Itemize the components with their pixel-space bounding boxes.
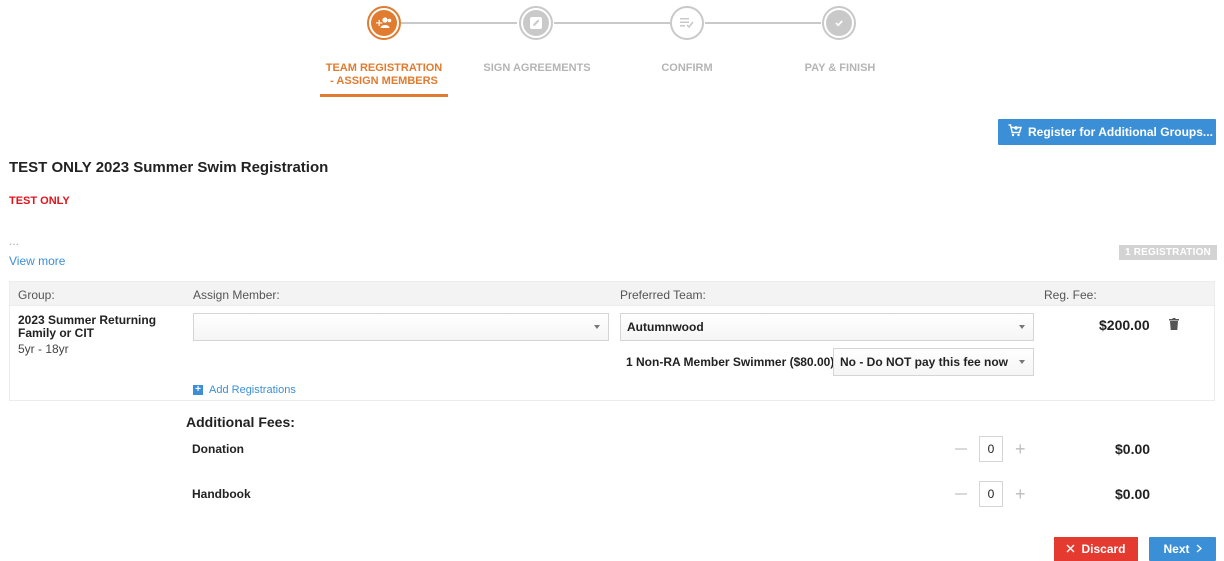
chevron-down-icon bbox=[1019, 360, 1025, 364]
non-ra-fee-label: 1 Non-RA Member Swimmer ($80.00) bbox=[626, 355, 835, 369]
description-ellipsis: ... bbox=[9, 234, 20, 248]
minus-icon[interactable] bbox=[955, 448, 967, 450]
fee-amount: $0.00 bbox=[1115, 441, 1151, 457]
pen-square-icon bbox=[523, 10, 549, 36]
step-label-team-registration[interactable]: TEAM REGISTRATION - ASSIGN MEMBERS bbox=[320, 62, 448, 88]
discard-label: Discard bbox=[1081, 542, 1126, 556]
table-row: 2023 Summer Returning Family or CIT 5yr … bbox=[9, 306, 1215, 401]
test-only-tag: TEST ONLY bbox=[9, 195, 70, 207]
chevron-down-icon bbox=[1019, 325, 1025, 329]
step-connector bbox=[554, 22, 670, 24]
additional-fees-title: Additional Fees: bbox=[186, 414, 295, 430]
add-registrations-label: Add Registrations bbox=[209, 384, 296, 396]
trash-icon[interactable] bbox=[1169, 318, 1179, 333]
preferred-team-select[interactable]: Autumnwood bbox=[620, 313, 1034, 341]
next-label: Next bbox=[1163, 542, 1190, 556]
step-label-pay-finish[interactable]: PAY & FINISH bbox=[790, 62, 890, 75]
header-preferred-team: Preferred Team: bbox=[620, 288, 706, 302]
plus-square-icon: + bbox=[193, 385, 203, 395]
next-button[interactable]: Next bbox=[1149, 537, 1216, 561]
quantity-input[interactable]: 0 bbox=[979, 481, 1003, 507]
registration-fee: $200.00 bbox=[1099, 317, 1150, 333]
step-label-line: - ASSIGN MEMBERS bbox=[330, 75, 438, 87]
header-reg-fee: Reg. Fee: bbox=[1044, 288, 1097, 302]
plus-icon[interactable]: + bbox=[1015, 485, 1026, 503]
step-team-registration[interactable]: + bbox=[367, 6, 401, 40]
preferred-team-value: Autumnwood bbox=[627, 320, 704, 334]
fee-amount: $0.00 bbox=[1115, 486, 1151, 502]
quantity-input[interactable]: 0 bbox=[979, 436, 1003, 462]
add-users-icon: + bbox=[371, 10, 397, 36]
fee-name: Handbook bbox=[192, 487, 251, 501]
fee-name: Donation bbox=[192, 442, 244, 456]
non-ra-fee-select[interactable]: No - Do NOT pay this fee now bbox=[833, 348, 1034, 376]
chevron-down-icon bbox=[594, 325, 600, 329]
register-additional-groups-label: Register for Additional Groups... bbox=[1028, 125, 1213, 139]
active-step-underline bbox=[320, 94, 448, 97]
step-label-sign-agreements[interactable]: SIGN AGREEMENTS bbox=[472, 62, 602, 75]
step-sign-agreements[interactable] bbox=[519, 6, 553, 40]
page-title: TEST ONLY 2023 Summer Swim Registration bbox=[9, 159, 329, 176]
list-check-icon bbox=[674, 10, 700, 36]
view-more-link[interactable]: View more bbox=[9, 254, 65, 268]
non-ra-fee-value: No - Do NOT pay this fee now bbox=[840, 355, 1009, 369]
cart-plus-icon bbox=[1008, 124, 1022, 140]
step-label-confirm[interactable]: CONFIRM bbox=[647, 62, 727, 75]
header-group: Group: bbox=[18, 288, 55, 302]
chevron-right-icon bbox=[1196, 542, 1202, 556]
registration-count-badge: 1 REGISTRATION bbox=[1119, 245, 1217, 260]
plus-icon[interactable]: + bbox=[1015, 440, 1026, 458]
step-pay-finish[interactable] bbox=[822, 6, 856, 40]
header-assign-member: Assign Member: bbox=[193, 288, 280, 302]
registration-table-header: Group: Assign Member: Preferred Team: Re… bbox=[9, 281, 1215, 306]
group-name: 2023 Summer Returning Family or CIT bbox=[18, 313, 157, 340]
close-icon bbox=[1066, 542, 1075, 556]
group-age-range: 5yr - 18yr bbox=[18, 342, 69, 356]
check-circle-icon bbox=[826, 10, 852, 36]
add-registrations-link[interactable]: + Add Registrations bbox=[193, 384, 296, 396]
step-label-line: TEAM REGISTRATION bbox=[325, 62, 443, 74]
step-connector bbox=[401, 22, 517, 24]
discard-button[interactable]: Discard bbox=[1054, 537, 1138, 561]
minus-icon[interactable] bbox=[955, 493, 967, 495]
register-additional-groups-button[interactable]: Register for Additional Groups... bbox=[998, 119, 1216, 145]
assign-member-select[interactable] bbox=[193, 313, 609, 341]
step-confirm[interactable] bbox=[670, 6, 704, 40]
step-connector bbox=[705, 22, 821, 24]
